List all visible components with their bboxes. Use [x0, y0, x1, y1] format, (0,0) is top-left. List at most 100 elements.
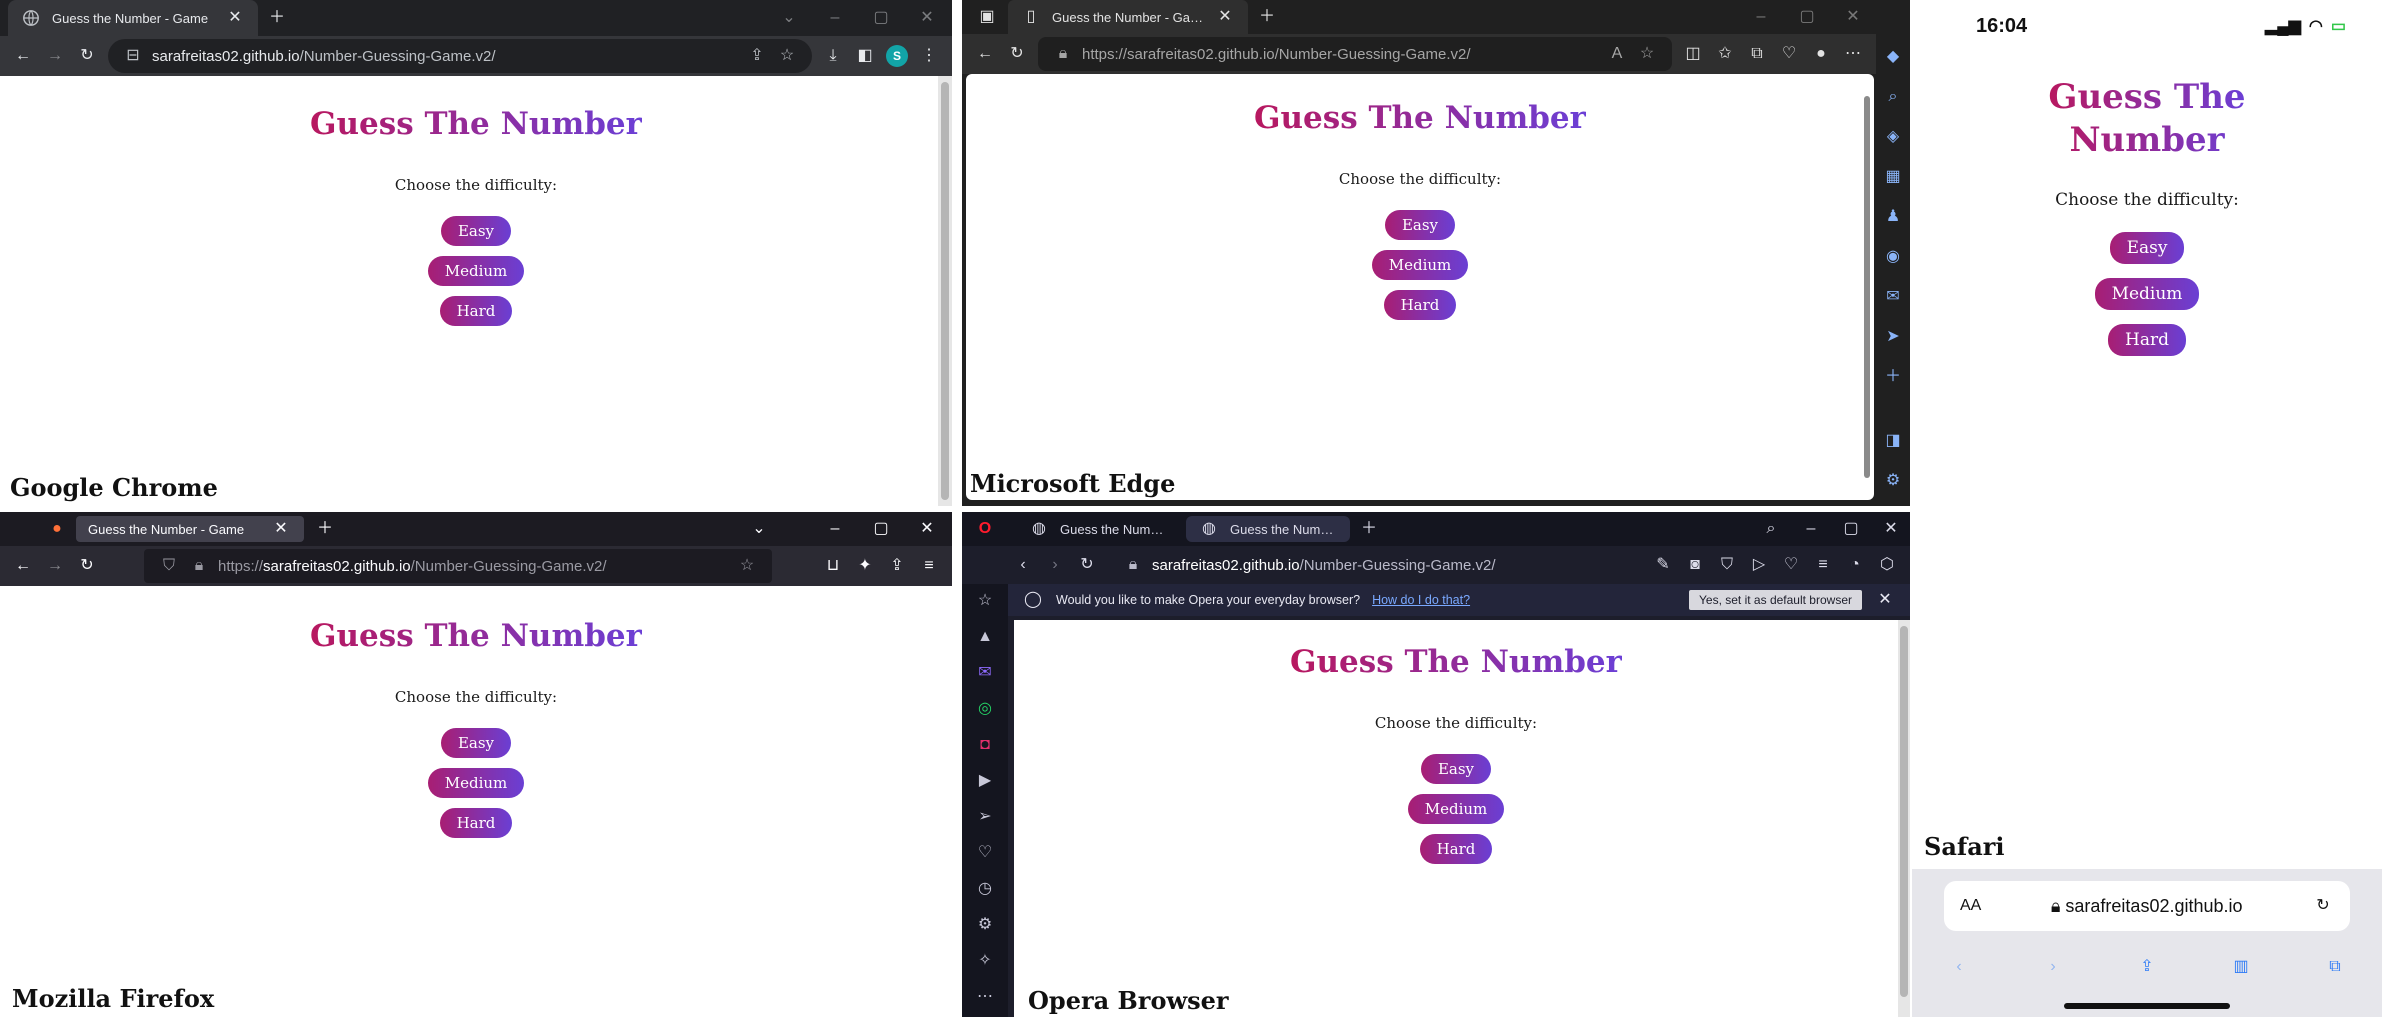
aa-button[interactable]: AA: [1960, 897, 1981, 915]
player-icon[interactable]: ▶: [974, 770, 996, 792]
scrollbar-thumb[interactable]: [1864, 96, 1870, 478]
back-arrow-icon[interactable]: ←: [12, 45, 34, 67]
new-tab-icon[interactable]: ＋: [266, 7, 288, 29]
list-tabs-icon[interactable]: ⌄: [748, 518, 770, 540]
firefox-address-bar[interactable]: ⛉ 🔒︎ https://sarafreitas02.github.io/Num…: [144, 549, 772, 583]
hard-button[interactable]: Hard: [1419, 834, 1493, 864]
split-screen-icon[interactable]: ◫: [1682, 43, 1704, 65]
tabs-overview-icon[interactable]: ⧉: [2324, 956, 2346, 978]
back-arrow-icon[interactable]: ←: [12, 555, 34, 577]
close-window-icon[interactable]: ✕: [916, 7, 938, 29]
hard-button[interactable]: Hard: [2108, 324, 2186, 356]
hard-button[interactable]: Hard: [1383, 290, 1457, 320]
instagram-icon[interactable]: ◘: [974, 734, 996, 756]
download-icon[interactable]: ⤓: [822, 45, 844, 67]
back-arrow-icon[interactable]: ‹: [1012, 554, 1034, 576]
bookmark-star-icon[interactable]: ☆: [776, 45, 798, 67]
read-aloud-icon[interactable]: A: [1606, 43, 1628, 65]
reload-icon[interactable]: ↻: [76, 45, 98, 67]
more-menu-icon[interactable]: ⋯: [1842, 43, 1864, 65]
close-window-icon[interactable]: ✕: [916, 518, 938, 540]
close-tab-icon[interactable]: ✕: [1214, 6, 1236, 28]
bookmark-star-icon[interactable]: ☆: [736, 555, 758, 577]
back-chevron-icon[interactable]: ‹: [1948, 956, 1970, 978]
maximize-icon[interactable]: ▢: [1796, 6, 1818, 28]
copilot-icon[interactable]: ◆: [1882, 46, 1904, 68]
back-arrow-icon[interactable]: ←: [974, 43, 996, 65]
send-icon[interactable]: ➢: [974, 806, 996, 828]
medium-button[interactable]: Medium: [1407, 794, 1505, 824]
send-icon[interactable]: ➤: [1882, 326, 1904, 348]
shopping-tag-icon[interactable]: ◈: [1882, 126, 1904, 148]
search-icon[interactable]: ⌕: [1882, 86, 1904, 108]
new-tab-icon[interactable]: ＋: [1358, 518, 1380, 540]
edge-address-bar[interactable]: 🔒︎ https://sarafreitas02.github.io/Numbe…: [1038, 37, 1672, 71]
tracking-shield-icon[interactable]: ⛉: [158, 555, 180, 577]
favorite-star-icon[interactable]: ☆: [1636, 43, 1658, 65]
easy-button[interactable]: Easy: [440, 728, 512, 758]
reload-icon[interactable]: ↻: [2312, 895, 2334, 917]
collections-icon[interactable]: ⧉: [1746, 43, 1768, 65]
extensions-cube-icon[interactable]: ⬡: [1876, 554, 1898, 576]
reload-icon[interactable]: ↻: [1006, 43, 1028, 65]
maximize-icon[interactable]: ▢: [1840, 518, 1862, 540]
opera-tab-inactive[interactable]: ◍ Guess the Number - Gam: [1016, 516, 1180, 542]
hamburger-menu-icon[interactable]: ≡: [918, 555, 940, 577]
easy-button[interactable]: Easy: [1420, 754, 1492, 784]
minimize-icon[interactable]: –: [1800, 518, 1822, 540]
heart-icon[interactable]: ♡: [974, 842, 996, 864]
new-tab-icon[interactable]: ＋: [314, 518, 336, 540]
minimize-icon[interactable]: –: [824, 518, 846, 540]
firefox-view-icon[interactable]: ●: [46, 518, 68, 540]
minimize-icon[interactable]: –: [1750, 6, 1772, 28]
gear-icon[interactable]: ⚙: [1882, 470, 1904, 492]
reload-icon[interactable]: ↻: [76, 555, 98, 577]
banner-link[interactable]: How do I do that?: [1372, 593, 1470, 607]
games-icon[interactable]: ♟: [1882, 206, 1904, 228]
profile-avatar[interactable]: ●: [1810, 43, 1832, 65]
m365-icon[interactable]: ◉: [1882, 246, 1904, 268]
maximize-icon[interactable]: ▢: [870, 7, 892, 29]
bookmarks-book-icon[interactable]: ▥: [2230, 956, 2252, 978]
kebab-menu-icon[interactable]: ⋮: [918, 45, 940, 67]
chrome-address-bar[interactable]: ⊟ sarafreitas02.github.io/Number-Guessin…: [108, 39, 812, 73]
tab-search-icon[interactable]: ⌄: [778, 7, 800, 29]
close-window-icon[interactable]: ✕: [1842, 6, 1864, 28]
more-icon[interactable]: ⋯: [974, 986, 996, 1008]
medium-button[interactable]: Medium: [1371, 250, 1469, 280]
gear-icon[interactable]: ⚙: [974, 914, 996, 936]
tab-actions-icon[interactable]: ▣: [976, 6, 998, 28]
hard-button[interactable]: Hard: [439, 296, 513, 326]
forward-chevron-icon[interactable]: ›: [2042, 956, 2064, 978]
close-window-icon[interactable]: ✕: [1880, 518, 1902, 540]
history-clock-icon[interactable]: ◷: [974, 878, 996, 900]
reload-icon[interactable]: ↻: [1076, 554, 1098, 576]
profile-icon[interactable]: ◔: [1844, 554, 1866, 576]
favorites-icon[interactable]: ✩: [1714, 43, 1736, 65]
side-panel-icon[interactable]: ◧: [854, 45, 876, 67]
sidebar-toggle-icon[interactable]: ◨: [1882, 430, 1904, 452]
share-icon[interactable]: ⇪: [2136, 956, 2158, 978]
health-icon[interactable]: ♡: [1778, 43, 1800, 65]
search-tabs-icon[interactable]: ⌕: [1760, 518, 1782, 540]
forward-arrow-icon[interactable]: →: [44, 555, 66, 577]
whatsapp-icon[interactable]: ◎: [974, 698, 996, 720]
tools-icon[interactable]: ▦: [1882, 166, 1904, 188]
close-banner-icon[interactable]: ✕: [1874, 589, 1896, 611]
edit-icon[interactable]: ✎: [1652, 554, 1674, 576]
scrollbar[interactable]: [938, 76, 952, 506]
medium-button[interactable]: Medium: [2094, 278, 2200, 310]
edge-tab-active[interactable]: ▯ Guess the Number - Game ✕: [1008, 0, 1248, 34]
hard-button[interactable]: Hard: [439, 808, 513, 838]
lightbulb-icon[interactable]: ✧: [974, 950, 996, 972]
messenger-icon[interactable]: ✉: [974, 662, 996, 684]
chrome-tab-active[interactable]: Guess the Number - Game ✕: [8, 0, 258, 36]
speed-dial-icon[interactable]: ☆: [974, 590, 996, 612]
extensions-icon[interactable]: ✦: [854, 555, 876, 577]
scrollbar-thumb[interactable]: [1900, 626, 1908, 997]
new-tab-icon[interactable]: ＋: [1256, 6, 1278, 28]
opera-address-bar[interactable]: 🔒︎ sarafreitas02.github.io/Number-Guessi…: [1108, 548, 1642, 582]
shield-icon[interactable]: ⛉: [1716, 554, 1738, 576]
share-icon[interactable]: ⇪: [746, 45, 768, 67]
profile-avatar[interactable]: S: [886, 45, 908, 67]
